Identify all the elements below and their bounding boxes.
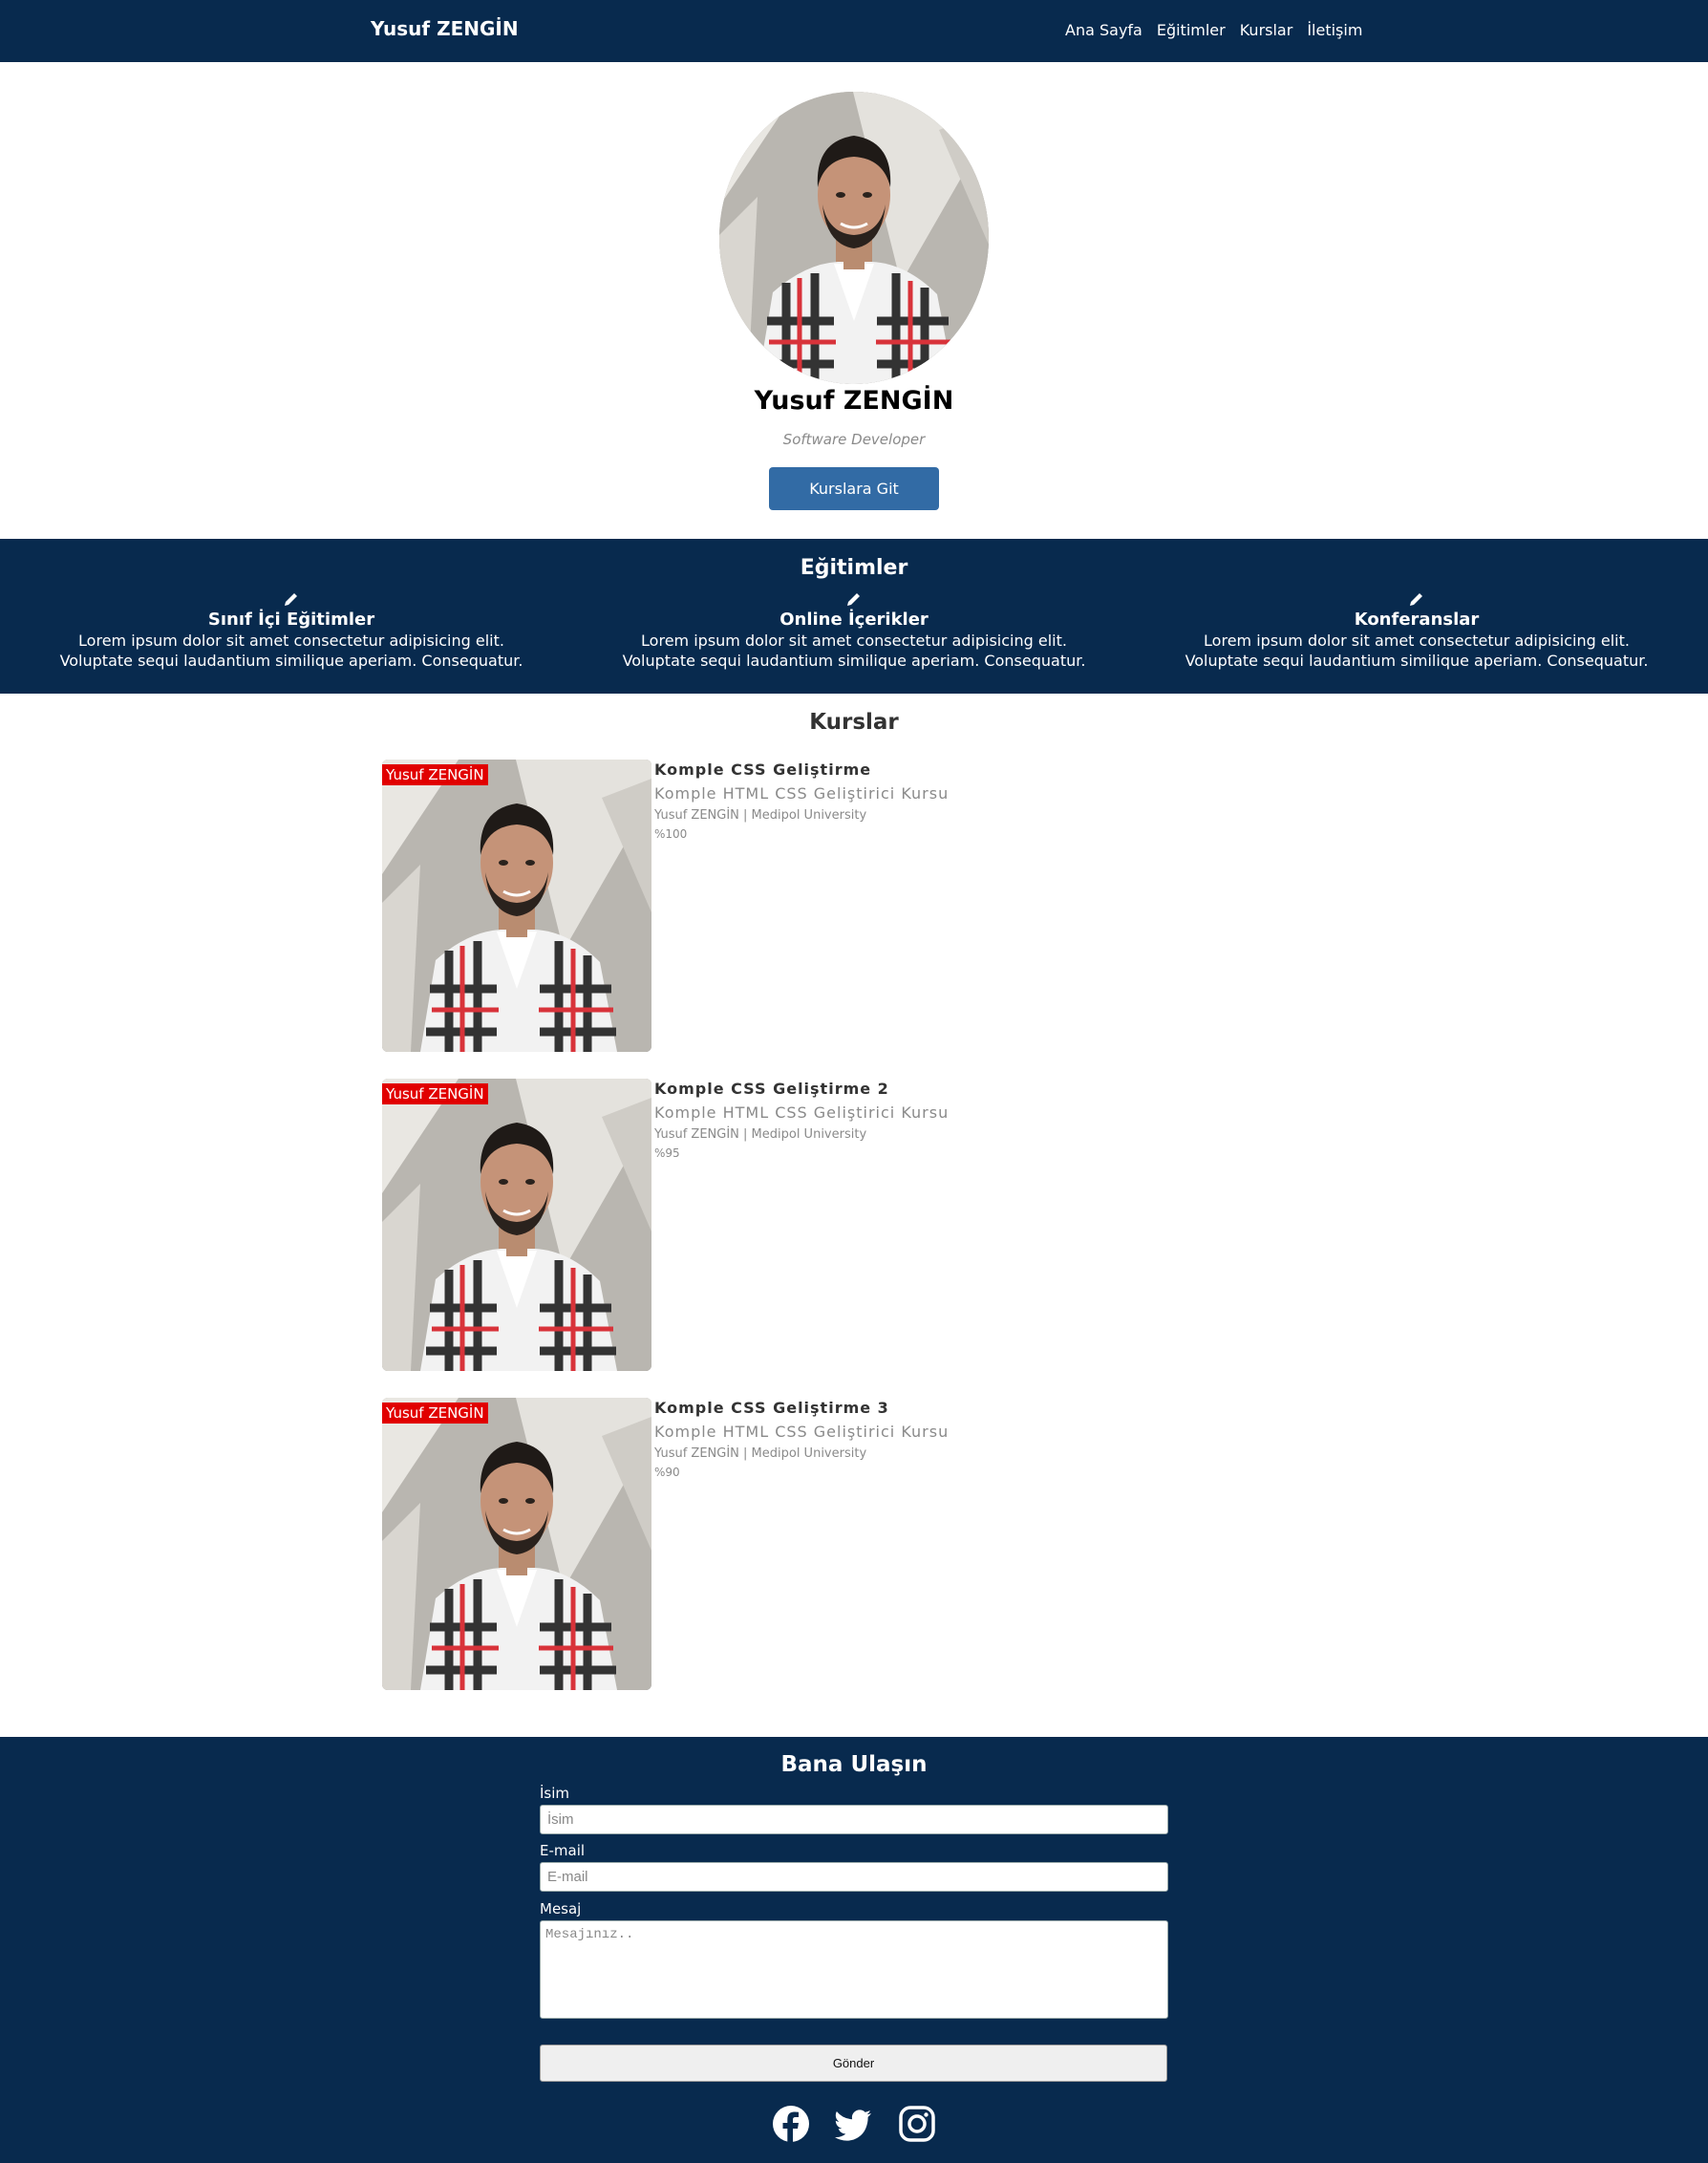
course-image[interactable]: Yusuf ZENGİN (382, 1079, 651, 1371)
course-progress: %100 (654, 827, 688, 841)
course-image[interactable]: Yusuf ZENGİN (382, 760, 651, 1052)
course-badge: Yusuf ZENGİN (382, 764, 488, 785)
training-desc: Lorem ipsum dolor sit amet consectetur a… (59, 632, 523, 670)
course-subtitle: Komple HTML CSS Geliştirici Kursu (654, 784, 950, 803)
twitter-icon[interactable] (835, 2105, 873, 2143)
training-desc: Lorem ipsum dolor sit amet consectetur a… (1185, 632, 1649, 670)
course-title[interactable]: Komple CSS Geliştirme 2 (654, 1080, 949, 1098)
training-desc: Lorem ipsum dolor sit amet consectetur a… (622, 632, 1086, 670)
contact-title: Bana Ulaşın (780, 1752, 928, 1777)
nav-links: Ana Sayfa Eğitimler Kurslar İletişim (1065, 21, 1362, 39)
trainings-title: Eğitimler (800, 556, 908, 580)
course-progress: %95 (654, 1146, 680, 1160)
course-badge: Yusuf ZENGİN (382, 1083, 488, 1104)
course-title[interactable]: Komple CSS Geliştirme 3 (654, 1399, 949, 1417)
hero-role: Software Developer (782, 431, 926, 448)
message-textarea[interactable] (540, 1920, 1168, 2019)
course-subtitle: Komple HTML CSS Geliştirici Kursu (654, 1423, 950, 1441)
training-item: Konferanslar Lorem ipsum dolor sit amet … (1168, 592, 1665, 671)
course-card[interactable]: Yusuf ZENGİN Komple CSS Geliştirme 2 Kom… (382, 1079, 955, 1371)
training-title: Online İçerikler (779, 610, 929, 630)
contact-section: Bana Ulaşın İsim E-mail Mesaj Gönder (0, 1737, 1708, 2163)
submit-button[interactable]: Gönder (540, 2045, 1167, 2082)
course-instructor: Yusuf ZENGİN | Medipol University (654, 1127, 867, 1142)
courses-title: Kurslar (809, 710, 899, 735)
course-title[interactable]: Komple CSS Geliştirme (654, 760, 949, 779)
nav-link-egitimler[interactable]: Eğitimler (1157, 21, 1226, 39)
training-title: Konferanslar (1354, 610, 1480, 630)
course-info: Komple CSS Geliştirme 2 Komple HTML CSS … (654, 1079, 949, 1160)
email-label: E-mail (540, 1842, 586, 1859)
course-instructor: Yusuf ZENGİN | Medipol University (654, 1446, 867, 1461)
pencil-icon (285, 593, 297, 606)
name-label: İsim (540, 1785, 570, 1802)
course-progress: %90 (654, 1466, 680, 1479)
hero-name: Yusuf ZENGİN (754, 386, 954, 416)
course-card[interactable]: Yusuf ZENGİN Komple CSS Geliştirme 3 Kom… (382, 1398, 955, 1690)
courses-cta-button[interactable]: Kurslara Git (769, 467, 939, 510)
pencil-icon (847, 593, 860, 606)
training-item: Sınıf İçi Eğitimler Lorem ipsum dolor si… (43, 592, 540, 671)
nav-link-kurslar[interactable]: Kurslar (1240, 21, 1293, 39)
message-label: Mesaj (540, 1900, 582, 1917)
training-title: Sınıf İçi Eğitimler (207, 610, 375, 630)
facebook-icon[interactable] (772, 2105, 810, 2143)
course-card[interactable]: Yusuf ZENGİN Komple CSS Geliştirme Kompl… (382, 760, 955, 1052)
email-input[interactable] (540, 1862, 1168, 1892)
course-image[interactable]: Yusuf ZENGİN (382, 1398, 651, 1690)
brand-logo[interactable]: Yusuf ZENGİN (371, 17, 519, 40)
instagram-icon[interactable] (898, 2105, 936, 2143)
course-info: Komple CSS Geliştirme 3 Komple HTML CSS … (654, 1398, 949, 1479)
navbar: Yusuf ZENGİN Ana Sayfa Eğitimler Kurslar… (0, 0, 1708, 62)
nav-link-iletisim[interactable]: İletişim (1307, 21, 1362, 39)
nav-link-ana-sayfa[interactable]: Ana Sayfa (1065, 21, 1142, 39)
name-input[interactable] (540, 1805, 1168, 1834)
course-badge: Yusuf ZENGİN (382, 1403, 488, 1424)
course-info: Komple CSS Geliştirme Komple HTML CSS Ge… (654, 760, 949, 841)
hero-avatar (719, 92, 989, 384)
social-links (0, 2105, 1708, 2143)
training-item: Online İçerikler Lorem ipsum dolor sit a… (606, 592, 1102, 671)
course-instructor: Yusuf ZENGİN | Medipol University (654, 808, 867, 823)
course-subtitle: Komple HTML CSS Geliştirici Kursu (654, 1103, 950, 1122)
pencil-icon (1410, 593, 1422, 606)
trainings-section: Eğitimler Sınıf İçi Eğitimler Lorem ipsu… (0, 539, 1708, 694)
